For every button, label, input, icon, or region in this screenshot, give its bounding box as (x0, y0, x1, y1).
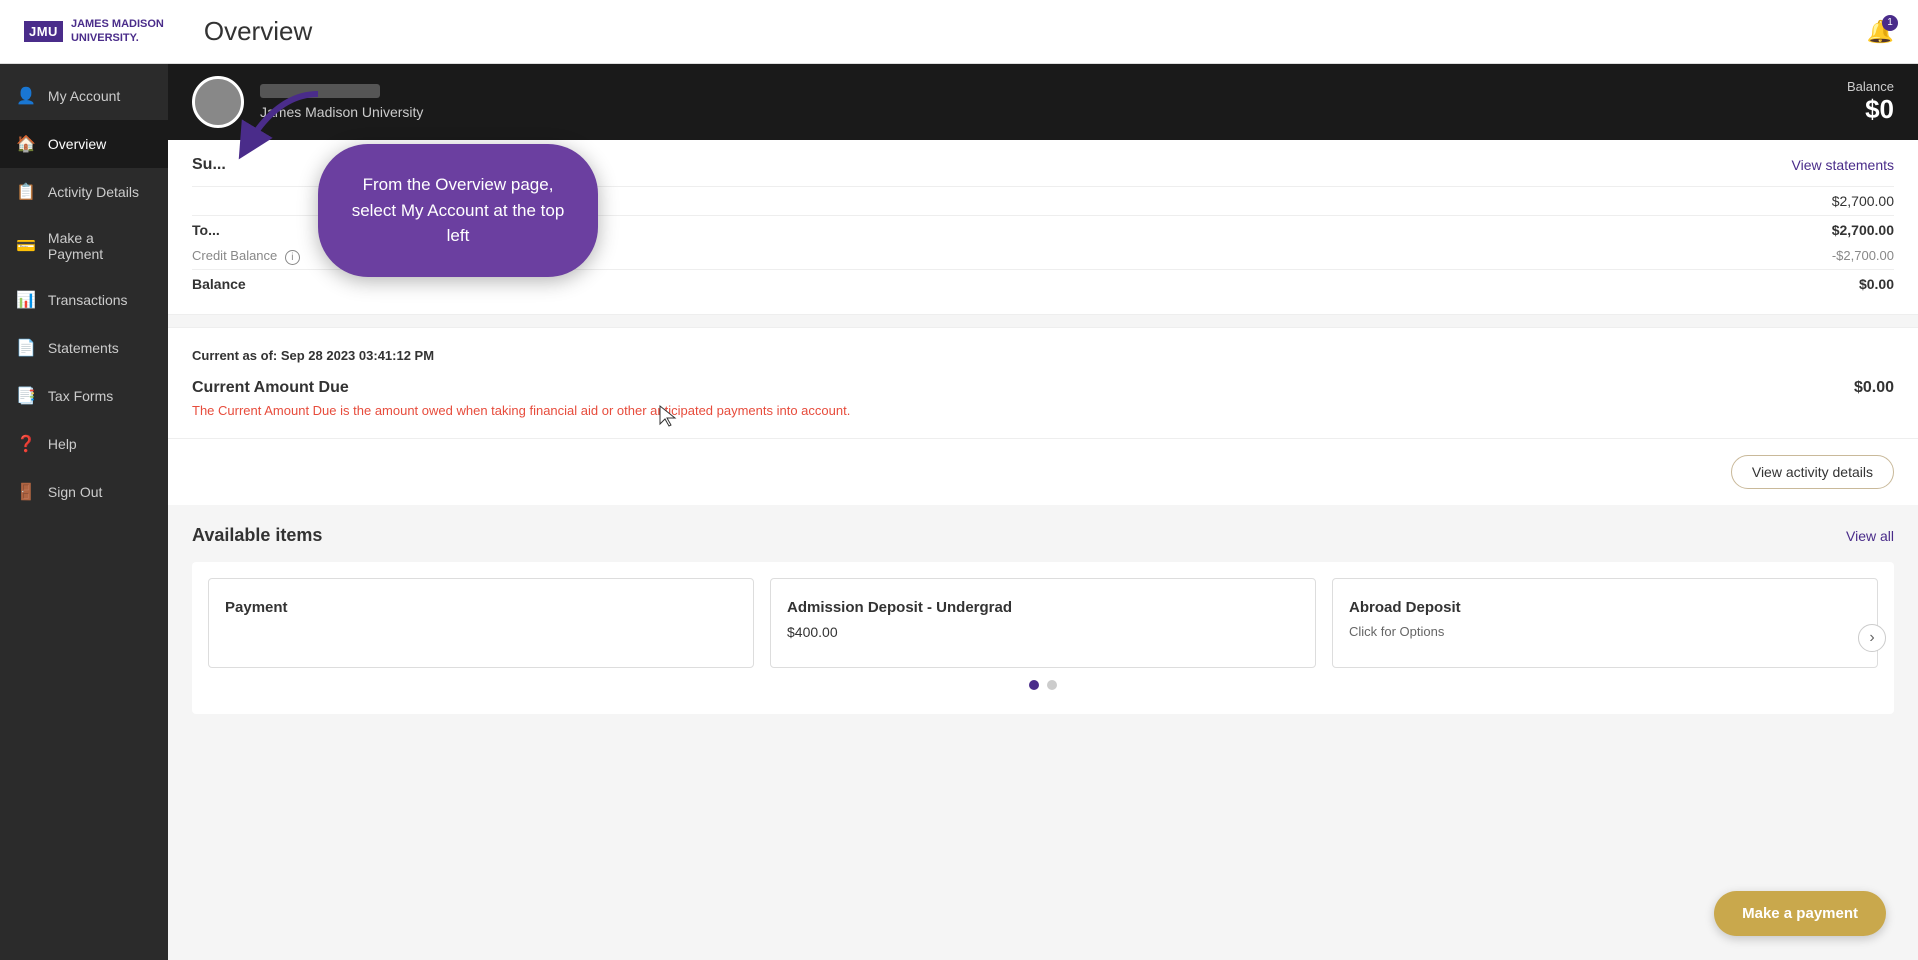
sidebar: 👤 My Account 🏠 Overview 📋 Activity Detai… (0, 64, 168, 960)
available-items-header: Available items View all (192, 525, 1894, 546)
carousel-item-abroad-sub: Click for Options (1349, 624, 1861, 639)
items-carousel: Payment Admission Deposit - Undergrad $4… (208, 578, 1878, 668)
sidebar-item-make-payment[interactable]: 💳 Make a Payment (0, 216, 168, 276)
view-all-link[interactable]: View all (1846, 528, 1894, 544)
sidebar-label-statements: Statements (48, 340, 119, 356)
view-statements-link[interactable]: View statements (1792, 157, 1894, 173)
university-display: James Madison University (260, 104, 1831, 120)
chart-icon: 📊 (16, 290, 36, 310)
current-due-section: Current as of: Sep 28 2023 03:41:12 PM C… (168, 327, 1918, 439)
creditcard-icon: 💳 (16, 236, 36, 256)
balance-final-amount: $0.00 (1859, 276, 1894, 292)
balance-final-label: Balance (192, 276, 246, 292)
sidebar-label-help: Help (48, 436, 77, 452)
current-due-row: Current Amount Due The Current Amount Du… (192, 379, 1894, 418)
available-items-section: Available items View all Payment Admissi… (168, 505, 1918, 714)
sidebar-label-activity-details: Activity Details (48, 184, 139, 200)
sidebar-label-tax-forms: Tax Forms (48, 388, 113, 404)
top-header: JMU JAMES MADISONUNIVERSITY. Overview 🔔 … (0, 0, 1918, 64)
credit-balance-amount: -$2,700.00 (1832, 248, 1894, 265)
carousel-item-payment-title: Payment (225, 599, 737, 616)
header-right: 🔔 1 (1867, 19, 1894, 45)
summary-row-1-amount: $2,700.00 (1832, 193, 1894, 209)
sidebar-item-my-account[interactable]: 👤 My Account (0, 72, 168, 120)
sidebar-label-my-account: My Account (48, 88, 120, 104)
summary-row-total-amount: $2,700.00 (1832, 222, 1894, 238)
credit-balance-label: Credit Balance i (192, 248, 300, 265)
callout-bubble: From the Overview page, select My Accoun… (318, 144, 598, 277)
balance-amount: $0 (1847, 94, 1894, 125)
main-layout: 👤 My Account 🏠 Overview 📋 Activity Detai… (0, 64, 1918, 960)
help-icon: ❓ (16, 434, 36, 454)
sidebar-label-sign-out: Sign Out (48, 484, 102, 500)
sidebar-item-overview[interactable]: 🏠 Overview (0, 120, 168, 168)
view-activity-button[interactable]: View activity details (1731, 455, 1894, 489)
carousel-next-button[interactable]: › (1858, 624, 1886, 652)
sidebar-item-help[interactable]: ❓ Help (0, 420, 168, 468)
signout-icon: 🚪 (16, 482, 36, 502)
balance-area: Balance $0 (1847, 79, 1894, 125)
current-date: Current as of: Sep 28 2023 03:41:12 PM (192, 348, 1894, 363)
taxform-icon: 📑 (16, 386, 36, 406)
document-icon: 📄 (16, 338, 36, 358)
sidebar-label-make-payment: Make a Payment (48, 230, 152, 262)
carousel-item-admission-amount: $400.00 (787, 624, 1299, 640)
carousel-dots (208, 680, 1878, 698)
content-area: From the Overview page, select My Accoun… (168, 64, 1918, 960)
clipboard-icon: 📋 (16, 182, 36, 202)
page-title: Overview (204, 16, 312, 47)
jmu-logo: JMU (24, 21, 63, 42)
items-carousel-wrapper: Payment Admission Deposit - Undergrad $4… (192, 562, 1894, 714)
user-bar: James Madison University Balance $0 (168, 64, 1918, 140)
current-due-desc: The Current Amount Due is the amount owe… (192, 403, 850, 418)
sidebar-item-sign-out[interactable]: 🚪 Sign Out (0, 468, 168, 516)
available-items-title: Available items (192, 525, 322, 546)
carousel-dot-2[interactable] (1047, 680, 1057, 690)
sidebar-label-overview: Overview (48, 136, 106, 152)
user-info: James Madison University (260, 84, 1831, 120)
university-name-logo: JAMES MADISONUNIVERSITY. (71, 18, 164, 44)
person-icon: 👤 (16, 86, 36, 106)
carousel-item-abroad[interactable]: Abroad Deposit Click for Options (1332, 578, 1878, 668)
sidebar-label-transactions: Transactions (48, 292, 128, 308)
carousel-item-payment[interactable]: Payment (208, 578, 754, 668)
sidebar-item-statements[interactable]: 📄 Statements (0, 324, 168, 372)
logo-area: JMU JAMES MADISONUNIVERSITY. (24, 18, 164, 44)
credit-info-icon[interactable]: i (285, 250, 300, 265)
callout-arrow (228, 84, 328, 164)
carousel-item-admission[interactable]: Admission Deposit - Undergrad $400.00 (770, 578, 1316, 668)
activity-btn-row: View activity details (168, 439, 1918, 505)
carousel-item-admission-title: Admission Deposit - Undergrad (787, 599, 1299, 616)
summary-row-total-label: To... (192, 222, 220, 238)
current-due-amount: $0.00 (1854, 379, 1894, 397)
current-due-left: Current Amount Due The Current Amount Du… (192, 379, 850, 418)
sidebar-item-transactions[interactable]: 📊 Transactions (0, 276, 168, 324)
sidebar-item-activity-details[interactable]: 📋 Activity Details (0, 168, 168, 216)
carousel-item-abroad-title: Abroad Deposit (1349, 599, 1861, 616)
notification-badge: 1 (1882, 15, 1898, 31)
current-due-label: Current Amount Due (192, 379, 850, 397)
balance-label: Balance (1847, 79, 1894, 94)
summary-title: Su... (192, 156, 226, 174)
notification-bell[interactable]: 🔔 1 (1867, 19, 1894, 45)
make-payment-fab[interactable]: Make a payment (1714, 891, 1886, 936)
carousel-dot-1[interactable] (1029, 680, 1039, 690)
home-icon: 🏠 (16, 134, 36, 154)
sidebar-item-tax-forms[interactable]: 📑 Tax Forms (0, 372, 168, 420)
